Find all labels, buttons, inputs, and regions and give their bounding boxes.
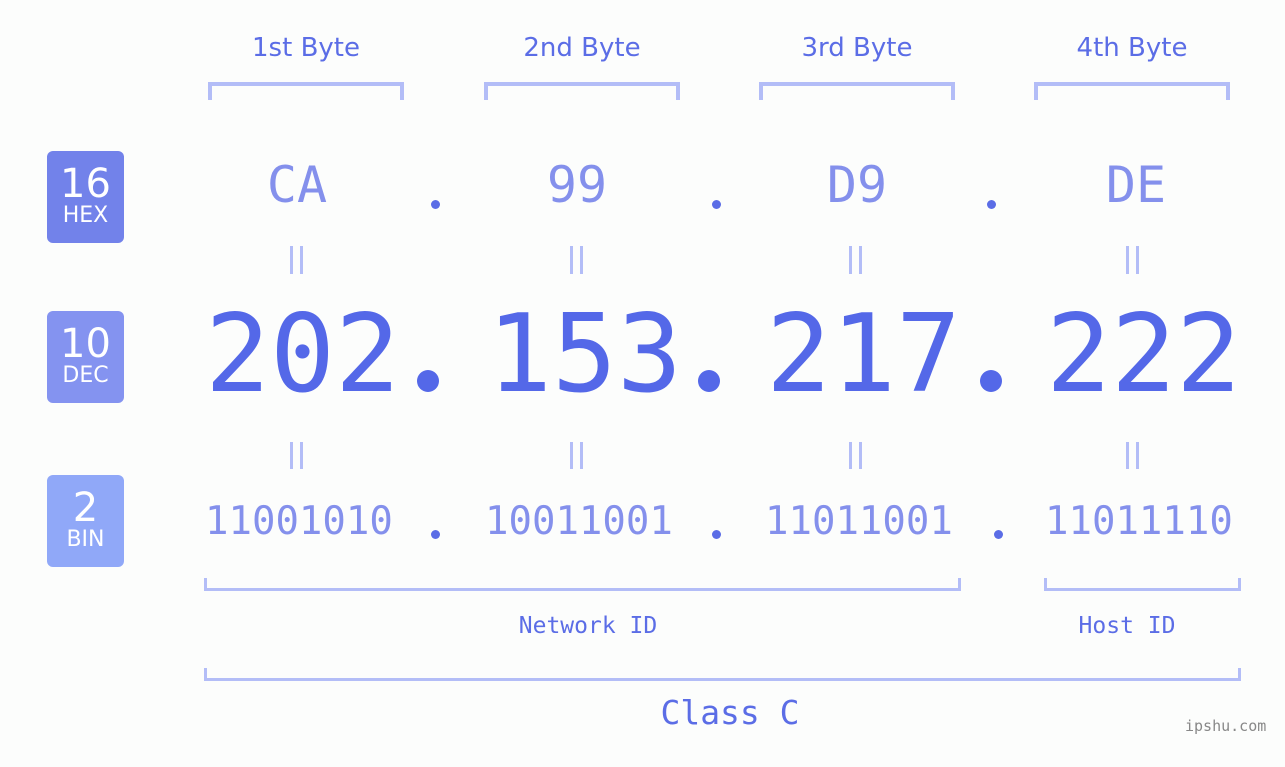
dec-byte-3: 217 <box>766 292 962 417</box>
equals-icon-hex-dec-4 <box>1122 246 1150 274</box>
bin-badge-label: BIN <box>66 527 105 552</box>
byte-bracket-2 <box>484 82 680 100</box>
host-id-bracket <box>1044 578 1241 591</box>
hex-byte-4: DE <box>1105 156 1167 214</box>
hex-badge: 16 HEX <box>47 151 124 243</box>
equals-icon-dec-bin-3 <box>845 442 873 470</box>
bin-separator-2 <box>712 530 721 539</box>
dec-separator-1 <box>417 370 439 392</box>
dec-separator-3 <box>980 370 1002 392</box>
byte-header-1: 1st Byte <box>252 33 360 63</box>
hex-byte-3: D9 <box>826 156 888 214</box>
bin-badge: 2 BIN <box>47 475 124 567</box>
dec-badge-label: DEC <box>62 363 109 388</box>
hex-byte-1: CA <box>266 156 328 214</box>
dec-byte-1: 202 <box>205 292 401 417</box>
byte-bracket-1 <box>208 82 404 100</box>
bin-byte-2: 10011001 <box>485 499 673 544</box>
network-id-bracket <box>204 578 961 591</box>
equals-icon-dec-bin-2 <box>566 442 594 470</box>
equals-icon-hex-dec-2 <box>566 246 594 274</box>
dec-separator-2 <box>698 370 720 392</box>
equals-icon-hex-dec-3 <box>845 246 873 274</box>
hex-badge-label: HEX <box>62 203 109 228</box>
network-id-label: Network ID <box>518 613 658 639</box>
host-id-label: Host ID <box>1078 613 1176 639</box>
bin-badge-number: 2 <box>72 485 99 531</box>
dec-byte-4: 222 <box>1046 292 1242 417</box>
hex-separator-2 <box>712 200 721 209</box>
watermark: ipshu.com <box>1185 717 1267 735</box>
bin-separator-3 <box>994 530 1003 539</box>
bin-byte-3: 11011001 <box>765 499 953 544</box>
byte-header-3: 3rd Byte <box>801 33 913 63</box>
dec-badge-number: 10 <box>60 321 111 367</box>
equals-icon-dec-bin-1 <box>286 442 314 470</box>
byte-header-4: 4th Byte <box>1076 33 1188 63</box>
hex-separator-1 <box>431 200 440 209</box>
byte-header-2: 2nd Byte <box>523 33 641 63</box>
equals-icon-hex-dec-1 <box>286 246 314 274</box>
class-label: Class C <box>660 693 800 732</box>
byte-bracket-3 <box>759 82 955 100</box>
class-bracket <box>204 668 1241 681</box>
dec-byte-2: 153 <box>487 292 683 417</box>
bin-byte-1: 11001010 <box>205 499 393 544</box>
bin-byte-4: 11011110 <box>1045 499 1233 544</box>
byte-bracket-4 <box>1034 82 1230 100</box>
equals-icon-dec-bin-4 <box>1122 442 1150 470</box>
dec-badge: 10 DEC <box>47 311 124 403</box>
hex-separator-3 <box>987 200 996 209</box>
hex-badge-number: 16 <box>60 161 111 207</box>
bin-separator-1 <box>431 530 440 539</box>
hex-byte-2: 99 <box>546 156 608 214</box>
